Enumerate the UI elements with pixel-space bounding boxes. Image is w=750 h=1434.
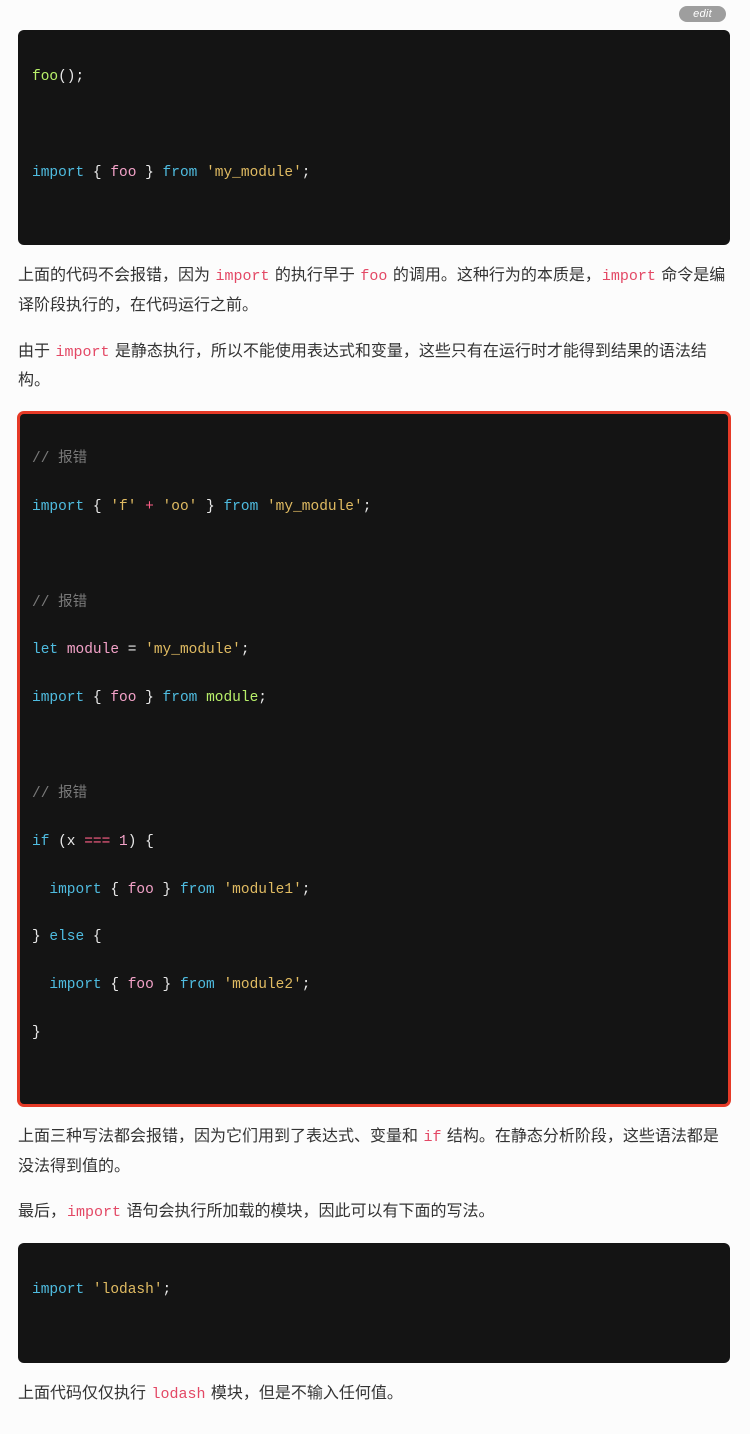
code-token: ; (163, 1282, 172, 1298)
code-token: ; (302, 165, 311, 181)
code-token: ; (258, 690, 267, 706)
code-block-1: foo(); import { foo } from 'my_module'; (18, 30, 730, 245)
code-token: foo (128, 977, 154, 993)
code-token: } (136, 690, 162, 706)
paragraph-4: 最后，import 语句会执行所加载的模块，因此可以有下面的写法。 (18, 1197, 730, 1227)
text: 是静态执行，所以不能使用表达式和变量，这些只有在运行时才能得到结果的语法结构。 (18, 343, 707, 390)
code-token: import (32, 1282, 84, 1298)
code-token: } (197, 499, 223, 515)
code-token: ) { (128, 834, 154, 850)
code-token (197, 165, 206, 181)
code-token: let (32, 642, 58, 658)
code-token: } (32, 1025, 41, 1041)
code-token (58, 642, 67, 658)
inline-code: import (66, 1204, 122, 1221)
edit-wrap: edit (18, 0, 730, 24)
code-token: module (206, 690, 258, 706)
code-token (215, 977, 224, 993)
code-token (197, 690, 206, 706)
inline-code: if (422, 1129, 442, 1146)
text: 上面的代码不会报错，因为 (18, 267, 214, 284)
article: edit foo(); import { foo } from 'my_modu… (0, 0, 750, 1434)
inline-code: import (601, 268, 657, 285)
code-token: } (154, 882, 180, 898)
code-token: import (49, 977, 101, 993)
code-token: 'oo' (163, 499, 198, 515)
code-token: + (145, 499, 154, 515)
text: 的执行早于 (270, 267, 359, 284)
text: 上面三种写法都会报错，因为它们用到了表达式、变量和 (18, 1128, 422, 1145)
code-block-2-highlighted: // 报错 import { 'f' + 'oo' } from 'my_mod… (18, 412, 730, 1106)
code-token: 'lodash' (93, 1282, 163, 1298)
code-token: import (32, 165, 84, 181)
text: 最后， (18, 1203, 66, 1220)
code-token: module (67, 642, 119, 658)
code-comment: // 报错 (32, 786, 87, 802)
inline-code: import (214, 268, 270, 285)
code-token: import (32, 499, 84, 515)
code-token: from (223, 499, 258, 515)
code-token: from (180, 882, 215, 898)
text: 模块，但是不输入任何值。 (206, 1385, 402, 1402)
code-comment: // 报错 (32, 595, 87, 611)
code-token: ; (363, 499, 372, 515)
code-token: else (49, 929, 84, 945)
code-token: 'my_module' (206, 165, 302, 181)
code-token: { (102, 882, 128, 898)
code-token: ; (241, 642, 250, 658)
inline-code: foo (359, 268, 388, 285)
code-token: { (84, 929, 101, 945)
code-token: foo (32, 69, 58, 85)
code-token (84, 1282, 93, 1298)
code-token (136, 499, 145, 515)
paragraph-5: 上面代码仅仅执行 lodash 模块，但是不输入任何值。 (18, 1379, 730, 1409)
code-token: from (163, 165, 198, 181)
code-token: (x (49, 834, 84, 850)
paragraph-1: 上面的代码不会报错，因为 import 的执行早于 foo 的调用。这种行为的本… (18, 261, 730, 320)
code-token: (); (58, 69, 84, 85)
code-token: import (49, 882, 101, 898)
code-token (215, 882, 224, 898)
code-comment: // 报错 (32, 451, 87, 467)
code-token (154, 499, 163, 515)
code-token: foo (110, 690, 136, 706)
text: 的调用。这种行为的本质是， (388, 267, 600, 284)
text: 由于 (18, 343, 54, 360)
code-token: } (32, 929, 49, 945)
code-token: { (84, 165, 110, 181)
code-token: if (32, 834, 49, 850)
code-block-3: import 'lodash'; (18, 1243, 730, 1363)
code-token: = (119, 642, 145, 658)
edit-button[interactable]: edit (679, 6, 726, 22)
paragraph-2: 由于 import 是静态执行，所以不能使用表达式和变量，这些只有在运行时才能得… (18, 337, 730, 396)
code-token: from (180, 977, 215, 993)
code-token: { (102, 977, 128, 993)
code-token: } (136, 165, 162, 181)
text: 语句会执行所加载的模块，因此可以有下面的写法。 (122, 1203, 494, 1220)
code-token: import (32, 690, 84, 706)
code-token (110, 834, 119, 850)
code-token: 'f' (110, 499, 136, 515)
code-token: { (84, 690, 110, 706)
code-token: foo (128, 882, 154, 898)
code-token: 'module1' (223, 882, 301, 898)
inline-code: import (54, 344, 110, 361)
code-token (32, 977, 49, 993)
code-token: ; (302, 977, 311, 993)
code-token: from (163, 690, 198, 706)
text: 上面代码仅仅执行 (18, 1385, 150, 1402)
code-token: 'my_module' (145, 642, 241, 658)
code-token: { (84, 499, 110, 515)
inline-code: lodash (150, 1386, 206, 1403)
code-token: === (84, 834, 110, 850)
code-token: 'my_module' (267, 499, 363, 515)
code-token: } (154, 977, 180, 993)
code-token (32, 882, 49, 898)
code-token: 'module2' (223, 977, 301, 993)
code-token: ; (302, 882, 311, 898)
paragraph-3: 上面三种写法都会报错，因为它们用到了表达式、变量和 if 结构。在静态分析阶段，… (18, 1122, 730, 1181)
code-token (258, 499, 267, 515)
code-token: 1 (119, 834, 128, 850)
code-token: foo (110, 165, 136, 181)
